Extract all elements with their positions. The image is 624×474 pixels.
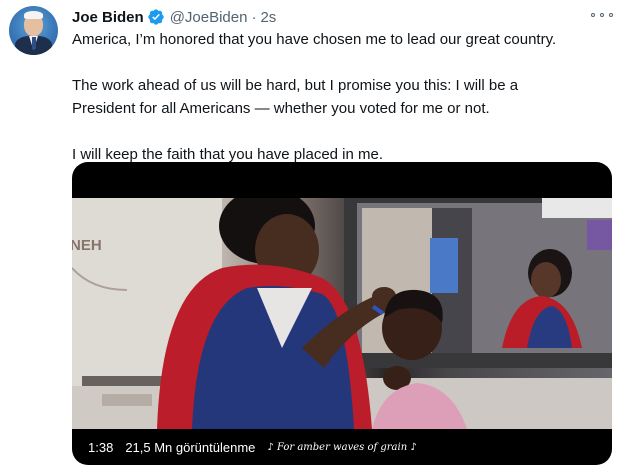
author-handle[interactable]: @JoeBiden	[170, 9, 248, 26]
more-dot	[600, 13, 604, 17]
more-dot	[609, 13, 613, 17]
verified-badge-icon	[147, 8, 165, 26]
video-caption: ♪ For amber waves of grain ♪	[267, 441, 417, 453]
avatar-hair	[24, 11, 43, 19]
video-player[interactable]: NEH 1:38 21,5 Mn görüntülenme ♪ For ambe…	[72, 162, 612, 465]
more-dot	[591, 13, 595, 17]
author-avatar[interactable]	[9, 6, 58, 55]
tweet-card[interactable]: Joe Biden @JoeBiden · 2s America, I’m ho…	[0, 0, 624, 474]
author-name[interactable]: Joe Biden	[72, 9, 144, 26]
tweet-timestamp[interactable]: 2s	[260, 9, 276, 26]
video-frame[interactable]: NEH	[72, 198, 612, 429]
video-view-count: 21,5 Mn görüntülenme	[125, 439, 256, 455]
more-options-icon[interactable]	[591, 8, 613, 22]
video-info-bar: 1:38 21,5 Mn görüntülenme ♪ For amber wa…	[72, 429, 612, 465]
tweet-header: Joe Biden @JoeBiden · 2s	[72, 6, 276, 28]
tweet-paragraph: America, I’m honored that you have chose…	[72, 31, 557, 48]
tweet-paragraph: The work ahead of us will be hard, but I…	[72, 77, 519, 117]
header-separator: ·	[251, 8, 257, 26]
avatar-tie	[31, 37, 36, 49]
video-duration: 1:38	[88, 439, 114, 455]
video-still: NEH	[72, 198, 612, 429]
